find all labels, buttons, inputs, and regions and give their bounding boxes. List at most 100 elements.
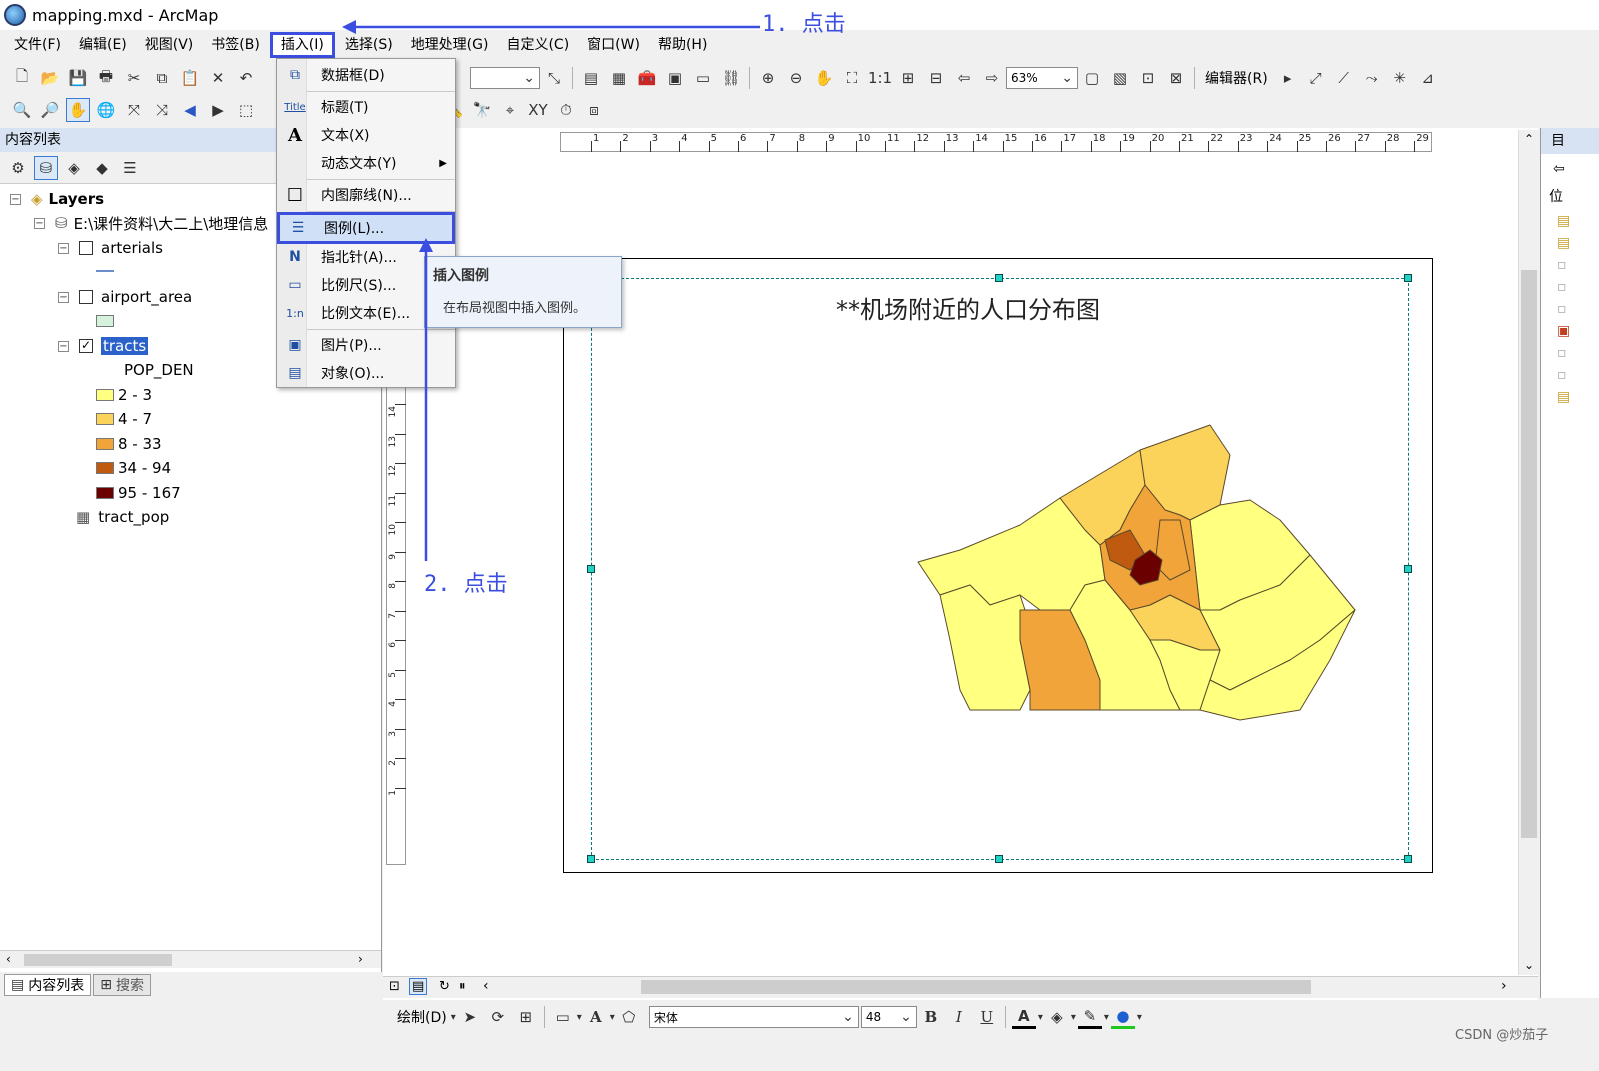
focus-data-frame-icon[interactable]: ▧ <box>1108 66 1132 90</box>
python-icon[interactable]: ▣ <box>663 66 687 90</box>
scroll-right-icon[interactable]: › <box>358 952 363 966</box>
layer-visibility-checkbox[interactable] <box>79 241 93 255</box>
delete-icon[interactable]: ✕ <box>206 66 230 90</box>
tracts-map[interactable] <box>900 410 1370 730</box>
catalog-item-icon[interactable]: ▫ <box>1541 276 1599 298</box>
fixed-zoom-in-icon[interactable]: ⊞ <box>896 66 920 90</box>
fixed-zoom-out-icon-2[interactable]: ⤨ <box>150 98 174 122</box>
select-elements-icon[interactable]: ➤ <box>458 1005 482 1029</box>
data-driven-pages-icon[interactable]: ⊠ <box>1164 66 1188 90</box>
layer-visibility-checkbox[interactable] <box>79 290 93 304</box>
catalog-back-icon[interactable]: ⇦ <box>1541 154 1599 184</box>
class-row[interactable]: 2 - 3 <box>96 384 152 406</box>
pause-drawing-icon[interactable]: ⏸ <box>459 979 466 994</box>
layout-zoom-out-icon[interactable]: ⊖ <box>784 66 808 90</box>
paste-icon[interactable]: 📋 <box>178 66 202 90</box>
menu-edit[interactable]: 编辑(E) <box>71 32 135 58</box>
fill-color-icon[interactable]: ◈ <box>1045 1005 1069 1029</box>
draw-menu[interactable]: 绘制(D) <box>397 1007 447 1027</box>
tree-row-layers[interactable]: − ◈ Layers <box>10 188 104 210</box>
resize-handle[interactable] <box>1404 855 1412 863</box>
back-extent-icon[interactable]: ⇦ <box>952 66 976 90</box>
toc-options-icon[interactable]: ☰ <box>118 156 142 180</box>
zoom-to-selected-icon[interactable]: ⊞ <box>514 1005 538 1029</box>
full-extent-icon[interactable]: 🌐 <box>94 98 118 122</box>
tree-row-layer-tracts[interactable]: − ✓ tracts <box>58 335 149 357</box>
find-icon[interactable]: 🔭 <box>470 98 494 122</box>
underline-icon[interactable]: U <box>975 1005 999 1029</box>
layer-visibility-checkbox[interactable]: ✓ <box>79 339 93 353</box>
new-document-icon[interactable]: 🗋 <box>10 66 34 90</box>
edit-vertices-icon[interactable]: ⬠ <box>617 1005 641 1029</box>
menu-item-text[interactable]: A 文本(X) <box>277 121 455 149</box>
data-view-icon[interactable]: ⊡ <box>389 979 400 994</box>
menu-insert[interactable]: 插入(I) <box>269 32 335 58</box>
table-icon[interactable]: ▤ <box>579 66 603 90</box>
dropdown-arrow-icon[interactable]: ▾ <box>1104 1012 1109 1023</box>
forward-extent-icon[interactable]: ⇨ <box>980 66 1004 90</box>
italic-icon[interactable]: I <box>947 1005 971 1029</box>
collapse-icon[interactable]: − <box>10 193 21 205</box>
scroll-thumb[interactable] <box>1521 270 1537 838</box>
catalog-item-icon[interactable]: ▫ <box>1541 364 1599 386</box>
arctoolbox-icon[interactable]: 🧰 <box>635 66 659 90</box>
go-forward-icon[interactable]: ▶ <box>206 98 230 122</box>
scroll-thumb[interactable] <box>24 954 172 966</box>
line-symbol[interactable] <box>96 260 114 282</box>
resize-handle[interactable] <box>587 565 595 573</box>
catalog-item-icon[interactable]: ▫ <box>1541 254 1599 276</box>
line-color-icon[interactable]: ✎ <box>1077 1005 1102 1029</box>
save-icon[interactable]: 💾 <box>66 66 90 90</box>
catalog-folder-icon[interactable]: ▤ <box>1541 386 1599 408</box>
edit-tool-icon[interactable]: ⤡ <box>542 66 566 90</box>
open-icon[interactable]: 📂 <box>38 66 62 90</box>
zoom-100-icon[interactable]: 1:1 <box>868 66 892 90</box>
zoom-out-icon[interactable]: 🔎 <box>38 98 62 122</box>
menu-item-neatline[interactable]: ☐ 内图廓线(N)... <box>277 181 455 209</box>
catalog-folder-icon[interactable]: ▤ <box>1541 210 1599 232</box>
cut-polygon-icon[interactable]: ✳ <box>1388 66 1412 90</box>
fixed-zoom-out-icon[interactable]: ⊟ <box>924 66 948 90</box>
refresh-icon[interactable]: ↻ <box>439 979 450 994</box>
catalog-folder-icon[interactable]: ▤ <box>1541 232 1599 254</box>
font-color-icon[interactable]: A <box>1011 1005 1036 1029</box>
resize-handle[interactable] <box>995 274 1003 282</box>
find-route-icon[interactable]: ⌖ <box>498 98 522 122</box>
layout-view-icon[interactable]: ▤ <box>409 978 428 995</box>
straight-segment-icon[interactable]: ⟋ <box>1332 66 1356 90</box>
change-layout-icon[interactable]: ⊡ <box>1136 66 1160 90</box>
select-features-icon[interactable]: ⬚ <box>234 98 258 122</box>
copy-icon[interactable]: ⧉ <box>150 66 174 90</box>
resize-handle[interactable] <box>995 855 1003 863</box>
edit-arrow-icon[interactable]: ▸ <box>1276 66 1300 90</box>
fixed-zoom-in-icon-2[interactable]: ⤧ <box>122 98 146 122</box>
trace-icon[interactable]: ⤳ <box>1360 66 1384 90</box>
tree-row-database[interactable]: − ⛁ E:\课件资料\大二上\地理信息 <box>34 212 268 234</box>
list-by-visibility-icon[interactable]: ◈ <box>62 156 86 180</box>
pan-icon[interactable]: ✋ <box>66 98 90 122</box>
list-by-drawing-order-icon[interactable]: ⚙ <box>6 156 30 180</box>
zoom-combo[interactable]: 63% ⌄ <box>1006 67 1078 89</box>
dropdown-arrow-icon[interactable]: ▾ <box>1071 1012 1076 1023</box>
edit-vertices-icon[interactable]: ⤢ <box>1304 66 1328 90</box>
map-title[interactable]: **机场附近的人口分布图 <box>836 290 1100 325</box>
font-size-combo[interactable]: 48 ⌄ <box>860 1006 917 1028</box>
list-by-selection-icon[interactable]: ◆ <box>90 156 114 180</box>
menu-item-data-frame[interactable]: ⧉ 数据框(D) <box>277 61 455 89</box>
dropdown-arrow-icon[interactable]: ▾ <box>1137 1012 1142 1023</box>
reshape-icon[interactable]: ⊿ <box>1416 66 1440 90</box>
scroll-up-icon[interactable]: ⌃ <box>1524 132 1534 146</box>
collapse-icon[interactable]: − <box>34 217 45 229</box>
scroll-right-icon[interactable]: › <box>1501 978 1507 994</box>
list-by-source-icon[interactable]: ⛁ <box>34 155 58 180</box>
go-to-xy-icon[interactable]: XY <box>526 98 550 122</box>
go-back-icon[interactable]: ◀ <box>178 98 202 122</box>
editor-menu[interactable]: 编辑器(R) <box>1205 68 1268 88</box>
menu-view[interactable]: 视图(V) <box>137 32 202 58</box>
tree-row-table[interactable]: ▦ tract_pop <box>76 506 169 528</box>
resize-handle[interactable] <box>1404 565 1412 573</box>
polygon-symbol[interactable] <box>96 310 118 332</box>
tab-search[interactable]: ⊞ 搜索 <box>93 974 151 996</box>
model-icon[interactable]: ▭ <box>691 66 715 90</box>
cut-icon[interactable]: ✂ <box>122 66 146 90</box>
